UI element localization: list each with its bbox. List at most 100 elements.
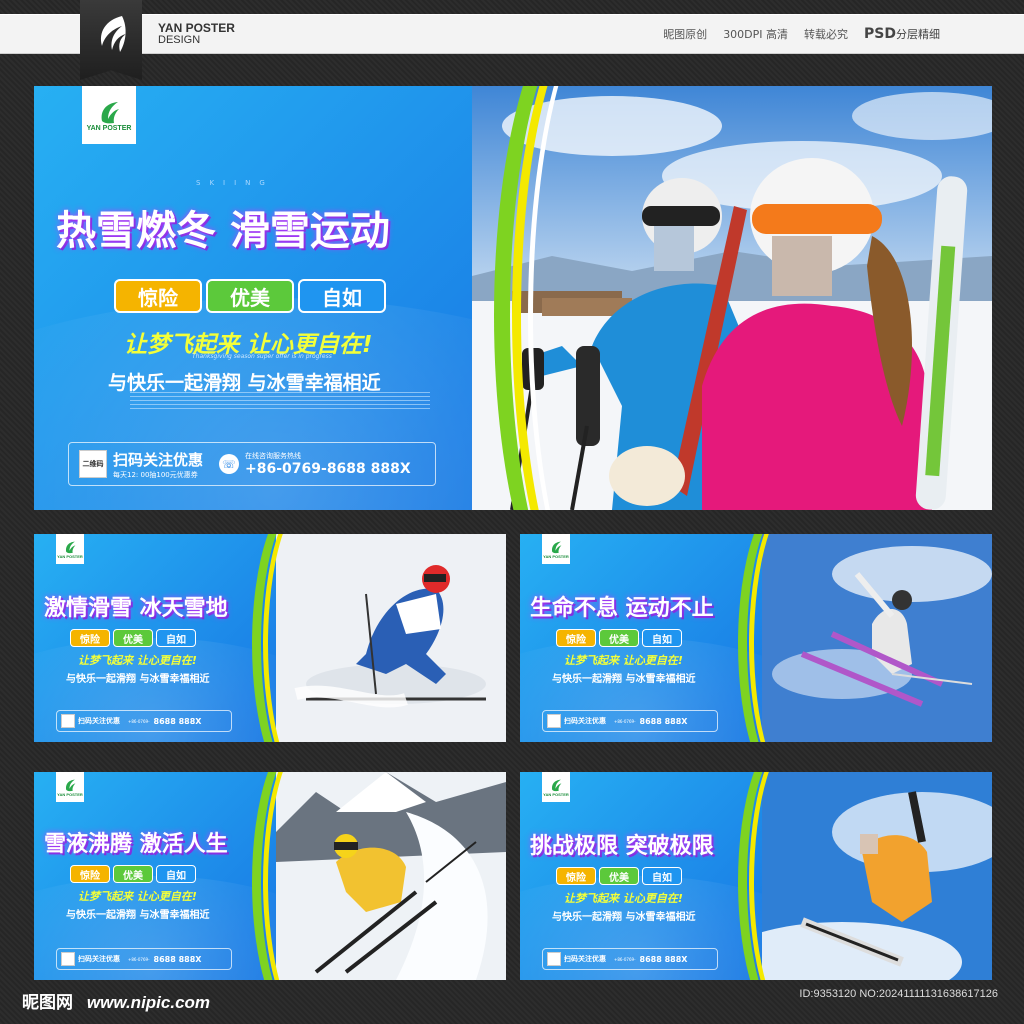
- contact-box: 二维码 扫码关注优惠 每天12: 00抽100元优惠券 ☏ 在线咨询服务热线 +…: [68, 442, 436, 486]
- qr-code[interactable]: [61, 714, 75, 728]
- site-watermark[interactable]: 昵图网 www.nipic.com: [22, 988, 210, 1013]
- slogan: 让梦飞起来 让心更自在!: [78, 890, 197, 903]
- poster-logo: YAN POSTER: [82, 86, 136, 144]
- qr-code[interactable]: 二维码: [79, 450, 107, 478]
- contact-box: 扫码关注优惠 +86-0769- 8688 888X: [542, 710, 718, 732]
- fine-print: [130, 392, 430, 410]
- tag-pills: 惊险 优美 自如: [556, 629, 682, 647]
- pill-ease: 自如: [642, 629, 682, 647]
- scan-title: 扫码关注优惠: [113, 450, 204, 469]
- wing-logo-icon: [100, 16, 126, 52]
- hotline-number: 8688 888X: [639, 954, 688, 964]
- tagline: 与快乐一起滑翔 与冰雪幸福相近: [552, 674, 696, 685]
- hotline[interactable]: +86-0769- 8688 888X: [128, 717, 201, 726]
- logo-label: YAN POSTER: [57, 791, 83, 797]
- hotline-prefix: +86-0769-: [128, 718, 150, 724]
- tagline: 与快乐一起滑翔 与冰雪幸福相近: [552, 912, 696, 923]
- hotline-label: 在线咨询服务热线: [245, 452, 302, 460]
- qr-code[interactable]: [547, 714, 561, 728]
- pill-ease: 自如: [642, 867, 682, 885]
- poster-mountain: YAN POSTER 雪液沸腾 激活人生 惊险 优美 自如 让梦飞起来 让心更自…: [34, 772, 506, 980]
- poster-logo: YAN POSTER: [56, 534, 84, 564]
- decor-arc-yellow: [263, 534, 358, 742]
- headline: 生命不息 运动不止: [530, 596, 714, 621]
- tag-dpi: 300DPI 高清: [723, 28, 789, 41]
- pill-thrill: 惊险: [556, 629, 596, 647]
- hotline-number: 8688 888X: [153, 954, 202, 964]
- brand-name: YAN POSTER DESIGN: [158, 22, 235, 46]
- header-bar: YAN POSTER DESIGN 昵图原创 300DPI 高清 转载必究 PS…: [0, 0, 1024, 80]
- hotline-number: 8688 888X: [639, 716, 688, 726]
- leaf-logo-icon: [66, 779, 76, 791]
- poster-main: YAN POSTER SKIING 热雪燃冬 滑雪运动 惊险 优美 自如 让梦飞…: [34, 86, 992, 510]
- pill-ease: 自如: [298, 279, 386, 313]
- header-tags: 昵图原创 300DPI 高清 转载必究 PSD分层精细: [663, 26, 940, 42]
- logo-label: YAN POSTER: [543, 553, 569, 559]
- tag-psd: PSD分层精细: [864, 26, 940, 42]
- tag-pills: 惊险 优美 自如: [114, 279, 386, 313]
- sub-english: Thanksgiving season super offer is in pr…: [192, 353, 332, 360]
- qr-code[interactable]: [547, 952, 561, 966]
- pill-grace: 优美: [599, 629, 639, 647]
- brand-logo-tab[interactable]: [80, 0, 142, 80]
- tag-pills: 惊险 优美 自如: [70, 629, 196, 647]
- brand-line1: YAN POSTER: [158, 21, 235, 35]
- pill-thrill: 惊险: [70, 629, 110, 647]
- poster-aerial: YAN POSTER 生命不息 运动不止 惊险 优美 自如 让梦飞起来 让心更自…: [520, 534, 992, 742]
- leaf-logo-icon: [552, 779, 562, 791]
- contact-box: 扫码关注优惠 +86-0769- 8688 888X: [56, 710, 232, 732]
- phone-icon: ☏: [219, 454, 240, 474]
- site-url: www.nipic.com: [86, 993, 211, 1012]
- hotline[interactable]: +86-0769- 8688 888X: [128, 955, 201, 964]
- logo-label: YAN POSTER: [543, 791, 569, 797]
- slogan: 让梦飞起来 让心更自在!: [564, 654, 683, 667]
- logo-label: YAN POSTER: [57, 553, 83, 559]
- leaf-logo-icon: [552, 541, 562, 553]
- scan-sub: 每天12: 00抽100元优惠券: [113, 470, 198, 479]
- headline: 挑战极限 突破极限: [530, 834, 714, 859]
- tag-pills: 惊险 优美 自如: [70, 865, 196, 883]
- pill-ease: 自如: [156, 865, 196, 883]
- pill-grace: 优美: [113, 865, 153, 883]
- headline: 雪液沸腾 激活人生: [44, 832, 228, 857]
- pill-ease: 自如: [156, 629, 196, 647]
- contact-box: 扫码关注优惠 +86-0769- 8688 888X: [542, 948, 718, 970]
- leaf-logo-icon: [66, 541, 76, 553]
- hotline-number: 8688 888X: [153, 716, 202, 726]
- image-id: ID:9353120 NO:20241111131638617126: [799, 988, 998, 1000]
- scan-promo: 扫码关注优惠: [564, 717, 606, 725]
- hotline[interactable]: +86-0769- 8688 888X: [614, 717, 687, 726]
- pill-grace: 优美: [113, 629, 153, 647]
- hotline-prefix: +86-0769-: [614, 718, 636, 724]
- hotline[interactable]: +86-0769- 8688 888X: [614, 955, 687, 964]
- tag-original: 昵图原创: [663, 28, 708, 41]
- hotline[interactable]: 在线咨询服务热线 +86-0769-8688 888X: [245, 451, 411, 477]
- slogan: 让梦飞起来 让心更自在!: [78, 654, 197, 667]
- slogan: 让梦飞起来 让心更自在!: [564, 892, 683, 905]
- leaf-logo-icon: [101, 101, 119, 123]
- decor-arc-yellow: [749, 534, 844, 742]
- tagline: 与快乐一起滑翔 与冰雪幸福相近: [66, 674, 210, 685]
- tag-pills: 惊险 优美 自如: [556, 867, 682, 885]
- logo-label: YAN POSTER: [86, 124, 132, 132]
- pill-grace: 优美: [206, 279, 294, 313]
- decor-arc-yellow: [749, 772, 844, 980]
- pill-thrill: 惊险: [114, 279, 202, 313]
- poster-logo: YAN POSTER: [542, 772, 570, 802]
- tagline: 与快乐一起滑翔 与冰雪幸福相近: [108, 372, 381, 394]
- qr-code[interactable]: [61, 952, 75, 966]
- headline: 激情滑雪 冰天雪地: [44, 596, 228, 621]
- poster-downhill: YAN POSTER 激情滑雪 冰天雪地 惊险 优美 自如 让梦飞起来 让心更自…: [34, 534, 506, 742]
- tagline: 与快乐一起滑翔 与冰雪幸福相近: [66, 910, 210, 921]
- scan-promo: 扫码关注优惠 每天12: 00抽100元优惠券: [113, 449, 203, 480]
- decor-arc-white: [528, 86, 698, 510]
- headline: 热雪燃冬 滑雪运动: [56, 208, 390, 254]
- hotline-number: +86-0769-8688 888X: [245, 461, 411, 477]
- scan-promo: 扫码关注优惠: [78, 717, 120, 725]
- hotline-prefix: +86-0769-: [128, 956, 150, 962]
- hotline-prefix: +86-0769-: [614, 956, 636, 962]
- brand-line2: DESIGN: [158, 34, 201, 46]
- contact-box: 扫码关注优惠 +86-0769- 8688 888X: [56, 948, 232, 970]
- poster-snowboard: YAN POSTER 挑战极限 突破极限 惊险 优美 自如 让梦飞起来 让心更自…: [520, 772, 992, 980]
- poster-logo: YAN POSTER: [56, 772, 84, 802]
